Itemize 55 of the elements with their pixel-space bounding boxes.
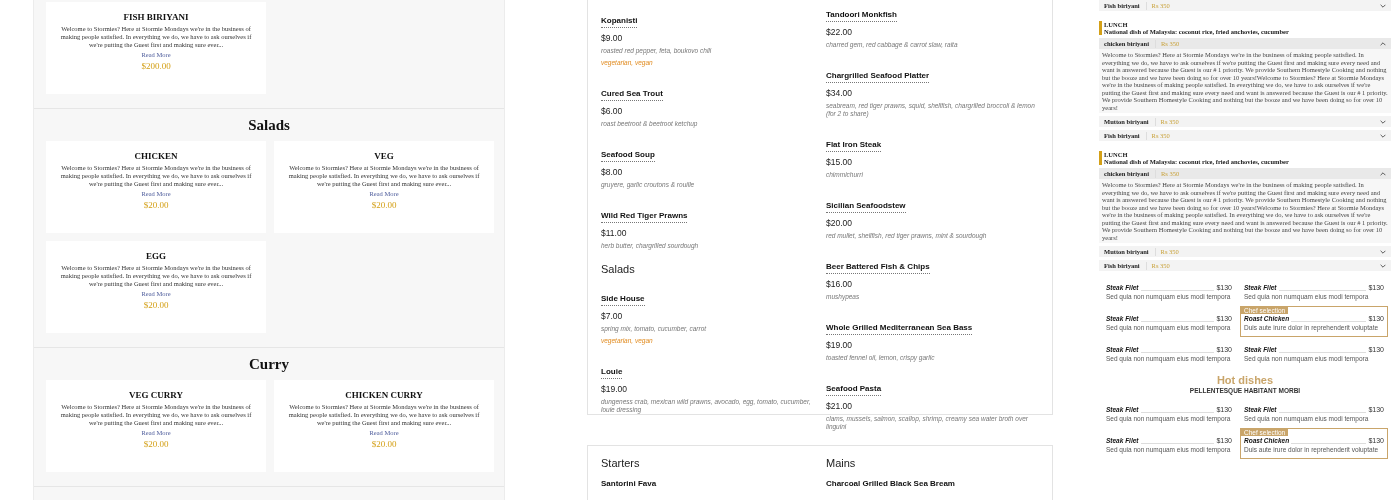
dish-price: $6.00 xyxy=(601,106,624,117)
dish-price: $7.00 xyxy=(601,311,624,322)
dish-name: Wild Red Tiger Prawns xyxy=(601,210,688,223)
dish-price: $15.00 xyxy=(826,157,853,168)
accent-bar xyxy=(1099,151,1102,165)
category-heading: Starters xyxy=(601,456,641,470)
dish-price: $20.00 xyxy=(371,199,397,212)
chevron-down-icon xyxy=(1380,249,1386,254)
dish-price: $16.00 xyxy=(826,279,853,290)
chevron-down-icon xyxy=(1380,119,1386,124)
dish-name: Flat Iron Steak xyxy=(826,139,882,152)
dish-name: VEG xyxy=(374,150,394,162)
dish-name: VEG CURRY xyxy=(129,389,183,401)
dish-price: $21.00 xyxy=(826,401,853,412)
accent-bar xyxy=(1099,21,1102,35)
dish-price: $8.00 xyxy=(601,167,624,178)
dish-name: Cured Sea Trout xyxy=(601,88,663,101)
dish-name: EGG xyxy=(146,250,166,262)
dish-name: Kopanisti xyxy=(601,15,638,28)
dish-name: FISH BIRIYANI xyxy=(123,11,189,23)
dish-name: Chargrilled Seafood Platter xyxy=(826,70,930,83)
dish-price: $20.00 xyxy=(143,438,169,451)
dish-price: $200.00 xyxy=(141,60,171,73)
dish-price: $20.00 xyxy=(143,199,169,212)
chevron-down-icon xyxy=(1380,263,1386,268)
chevron-up-icon xyxy=(1380,41,1386,46)
dish-name: CHICKEN CURRY xyxy=(345,389,423,401)
dish-name: Tandoori Monkfish xyxy=(826,9,897,22)
dish-price: $19.00 xyxy=(826,340,853,351)
dish-name: Sicilian Seafoodstew xyxy=(826,200,906,213)
dish-name: CHICKEN xyxy=(134,150,178,162)
section-title: Hot dishes xyxy=(1215,374,1275,387)
dish-price: $20.00 xyxy=(143,299,169,312)
dish-price: $19.00 xyxy=(601,384,628,395)
category-heading: Salads xyxy=(601,262,636,276)
dish-price: $20.00 xyxy=(371,438,397,451)
dish-name: Whole Grilled Mediterranean Sea Bass xyxy=(826,322,973,335)
chevron-down-icon xyxy=(1380,133,1386,138)
dish-name: Beer Battered Fish & Chips xyxy=(826,261,930,274)
dish-price: $9.00 xyxy=(601,33,624,44)
dish-price: $20.00 xyxy=(826,218,853,229)
dish-name: Louie xyxy=(601,366,623,379)
section-title: Salads xyxy=(247,116,291,135)
category-heading: Mains xyxy=(826,456,857,470)
dish-name: Charcoal Grilled Black Sea Bream xyxy=(826,478,956,489)
chevron-down-icon xyxy=(1380,3,1386,8)
dish-price: $22.00 xyxy=(826,27,853,38)
chevron-up-icon xyxy=(1380,171,1386,176)
dish-name: Seafood Soup xyxy=(601,149,655,162)
section-title: Curry xyxy=(248,355,290,374)
dish-name: Side House xyxy=(601,293,645,306)
dish-price: $34.00 xyxy=(826,88,853,99)
dish-name: Santorini Fava xyxy=(601,478,658,489)
dish-name: Seafood Pasta xyxy=(826,383,882,396)
dish-price: $11.00 xyxy=(601,228,628,239)
